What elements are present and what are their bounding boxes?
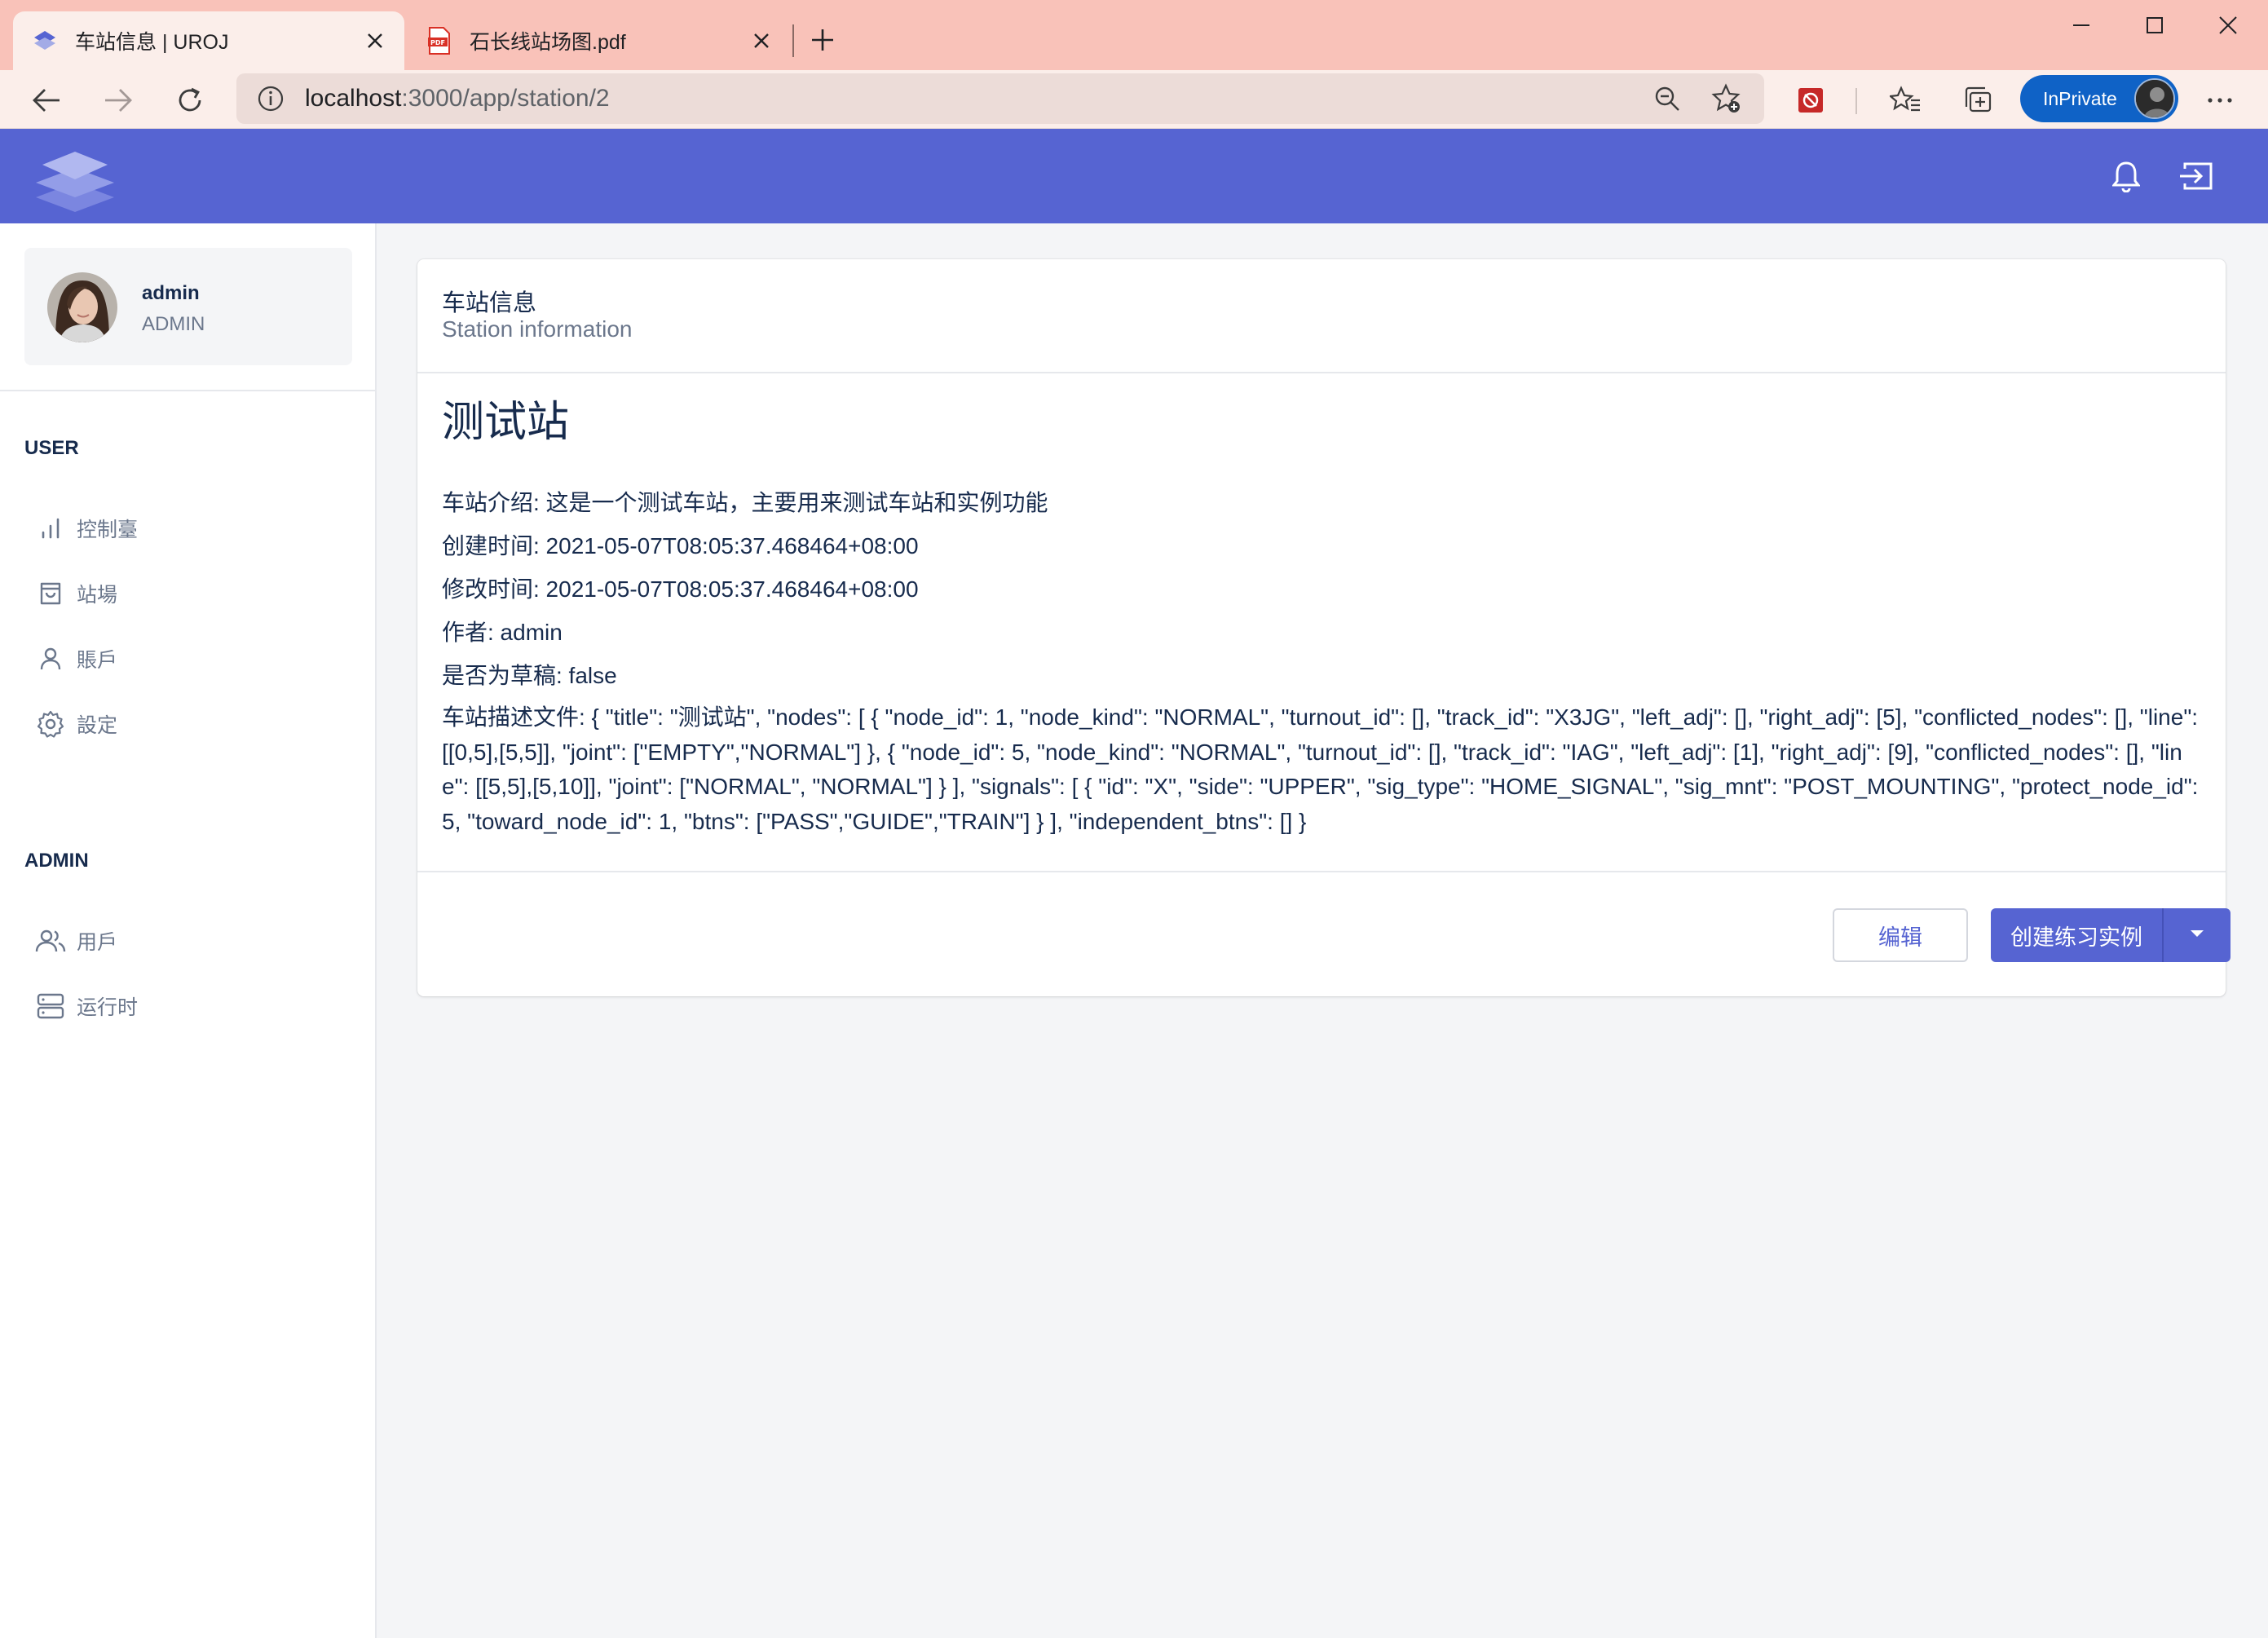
shopping-bag-icon bbox=[33, 576, 68, 611]
card-subtitle: Station information bbox=[442, 316, 633, 342]
station-intro: 车站介绍: 这是一个测试车站，主要用来测试车站和实例功能 bbox=[442, 490, 1048, 515]
user-name: admin bbox=[142, 282, 200, 304]
svg-text:PDF: PDF bbox=[430, 39, 445, 46]
toolbar-divider bbox=[1855, 88, 1857, 114]
pdf-icon: PDF bbox=[426, 27, 453, 55]
inprivate-label: InPrivate bbox=[2043, 87, 2117, 109]
sidebar-item-label: 运行时 bbox=[77, 996, 139, 1019]
close-tab-icon[interactable] bbox=[745, 24, 778, 57]
address-toolbar: localhost:3000/app/station/2 InPrivate bbox=[0, 70, 2268, 129]
more-options-icon[interactable] bbox=[2198, 78, 2242, 122]
station-info-card: 车站信息 Station information 测试站 车站介绍: 这是一个测… bbox=[417, 259, 2230, 996]
sidebar-item-label: 控制臺 bbox=[77, 519, 139, 541]
sidebar-item-runtime[interactable]: 运行时 bbox=[33, 983, 359, 1029]
extension-icon[interactable] bbox=[1789, 78, 1833, 122]
avatar bbox=[47, 272, 117, 342]
edit-button[interactable]: 编辑 bbox=[1833, 908, 1968, 962]
maximize-icon[interactable] bbox=[2118, 0, 2191, 51]
card-title: 车站信息 bbox=[442, 290, 537, 316]
uroj-logo-icon bbox=[31, 27, 59, 55]
user-card[interactable]: admin ADMIN bbox=[24, 248, 352, 365]
sidebar-item-users[interactable]: 用戶 bbox=[33, 918, 359, 964]
window-close-icon[interactable] bbox=[2191, 0, 2265, 51]
sidebar-item-label: 站場 bbox=[77, 584, 118, 607]
sidebar-item-settings[interactable]: 設定 bbox=[33, 701, 359, 747]
server-icon bbox=[33, 988, 68, 1024]
refresh-icon[interactable] bbox=[168, 78, 212, 122]
station-name: 测试站 bbox=[442, 399, 570, 446]
zoom-out-icon[interactable] bbox=[1647, 78, 1688, 119]
sidebar-item-account[interactable]: 賬戶 bbox=[33, 636, 359, 682]
sidebar-item-label: 設定 bbox=[77, 714, 118, 737]
tab-separator bbox=[792, 24, 794, 57]
station-description-file: 车站描述文件: { "title": "测试站", "nodes": [ { "… bbox=[442, 704, 2199, 834]
profile-avatar bbox=[2134, 78, 2175, 119]
sidebar-item-label: 賬戶 bbox=[77, 649, 118, 672]
info-icon[interactable] bbox=[254, 82, 287, 115]
draft-flag: 是否为草稿: false bbox=[442, 663, 617, 688]
user-icon bbox=[33, 641, 68, 677]
url-text[interactable]: localhost:3000/app/station/2 bbox=[305, 85, 1647, 113]
close-tab-icon[interactable] bbox=[359, 24, 391, 57]
create-instance-button[interactable]: 创建练习实例 bbox=[1991, 908, 2164, 962]
card-footer: 编辑 创建练习实例 bbox=[417, 871, 2230, 996]
app-header bbox=[0, 129, 2268, 223]
minimize-icon[interactable] bbox=[2045, 0, 2118, 51]
users-icon bbox=[33, 923, 68, 959]
address-bar[interactable]: localhost:3000/app/station/2 bbox=[236, 73, 1764, 124]
created-time: 创建时间: 2021-05-07T08:05:37.468464+08:00 bbox=[442, 533, 919, 559]
card-header: 车站信息 Station information bbox=[417, 259, 2226, 373]
tab-pdf[interactable]: PDF 石长线站场图.pdf bbox=[408, 11, 791, 70]
collections-icon[interactable] bbox=[1957, 78, 2001, 122]
favorites-icon[interactable] bbox=[1883, 78, 1927, 122]
create-instance-dropdown[interactable] bbox=[2164, 908, 2230, 962]
bell-icon[interactable] bbox=[2102, 152, 2151, 201]
caret-down-icon bbox=[2189, 928, 2205, 943]
section-title-admin: ADMIN bbox=[24, 850, 89, 872]
sidebar-item-stations[interactable]: 站場 bbox=[33, 571, 359, 616]
inprivate-button[interactable]: InPrivate bbox=[2020, 75, 2178, 122]
user-role: ADMIN bbox=[142, 313, 205, 335]
browser-tab-bar: 车站信息 | UROJ PDF 石长线站场图.pdf bbox=[0, 0, 2268, 70]
tab-station-info[interactable]: 车站信息 | UROJ bbox=[13, 11, 404, 70]
modified-time: 修改时间: 2021-05-07T08:05:37.468464+08:00 bbox=[442, 576, 919, 602]
tab-title: 石长线站场图.pdf bbox=[470, 31, 626, 54]
create-instance-button-group: 创建练习实例 bbox=[1991, 908, 2230, 962]
bar-chart-icon bbox=[33, 510, 68, 546]
card-body: 测试站 车站介绍: 这是一个测试车站，主要用来测试车站和实例功能 创建时间: 2… bbox=[442, 398, 2203, 839]
author: 作者: admin bbox=[442, 620, 563, 645]
forward-arrow-icon[interactable] bbox=[96, 78, 140, 122]
app-logo-icon[interactable] bbox=[33, 147, 117, 212]
sidebar-item-dashboard[interactable]: 控制臺 bbox=[33, 506, 359, 551]
logout-icon[interactable] bbox=[2172, 152, 2221, 201]
tab-title: 车站信息 | UROJ bbox=[75, 31, 229, 54]
sidebar: admin ADMIN USER 控制臺 站場 賬戶 設定 ADMIN 用戶 运… bbox=[0, 223, 377, 1638]
back-arrow-icon[interactable] bbox=[24, 78, 68, 122]
new-tab-icon[interactable] bbox=[804, 21, 841, 59]
section-title-user: USER bbox=[24, 437, 79, 459]
divider bbox=[0, 390, 375, 391]
add-favorite-icon[interactable] bbox=[1705, 78, 1746, 119]
gear-icon bbox=[33, 706, 68, 742]
sidebar-item-label: 用戶 bbox=[77, 931, 118, 954]
